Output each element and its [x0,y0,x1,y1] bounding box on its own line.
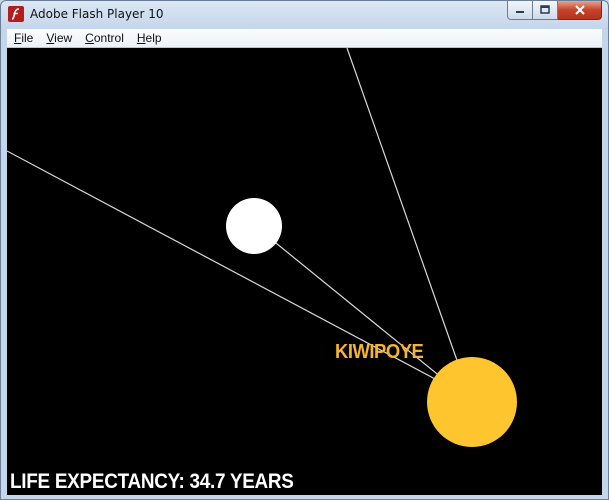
maximize-button[interactable] [533,1,558,20]
life-expectancy-label: LIFE EXPECTANCY: 34.7 YEARS [10,470,294,493]
flash-player-window: Adobe Flash Player 10 File View Control … [0,0,609,500]
minimize-button[interactable] [507,1,533,20]
close-button[interactable] [558,1,602,20]
title-bar[interactable]: Adobe Flash Player 10 [1,1,608,29]
country-node[interactable] [427,357,517,447]
maximize-icon [540,5,550,14]
menu-control[interactable]: Control [78,29,130,47]
minimize-icon [516,11,524,13]
window-title: Adobe Flash Player 10 [30,7,164,21]
country-name-label: KIWIPOYE [335,341,424,363]
menu-view[interactable]: View [39,29,78,47]
connection-line [346,48,460,367]
flash-stage[interactable]: KIWIPOYE LIFE EXPECTANCY: 34.7 YEARS [7,48,602,495]
menu-help-rest: elp [145,31,162,45]
white-node[interactable] [226,198,282,254]
close-icon [574,5,585,15]
menu-view-rest: iew [54,31,73,45]
stage-graphics [7,48,517,447]
window-controls [507,1,602,21]
menu-file[interactable]: File [7,29,39,47]
menu-help[interactable]: Help [130,29,168,47]
flash-player-icon[interactable] [8,6,24,22]
menu-control-accel: C [85,31,94,45]
menu-view-accel: V [46,31,55,45]
menu-control-rest: ontrol [93,31,124,45]
menu-help-accel: H [136,31,146,45]
menu-bar: File View Control Help [7,29,602,48]
menu-file-rest: ile [21,31,34,45]
